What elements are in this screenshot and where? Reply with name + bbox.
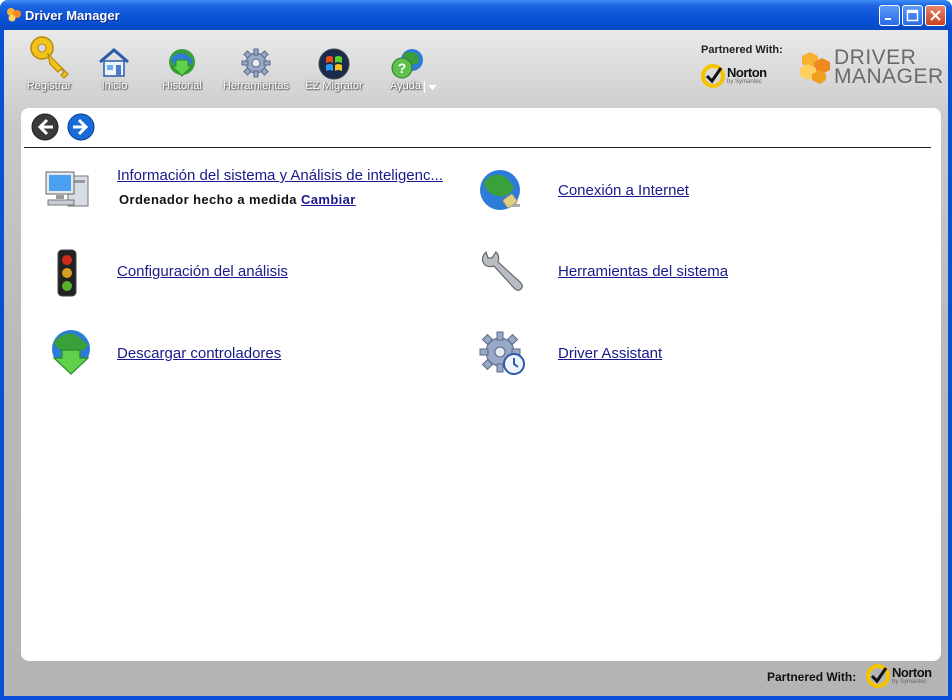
window-title: Driver Manager <box>25 8 120 23</box>
home-icon <box>99 48 129 77</box>
toolbar-label: Inicio <box>101 80 128 92</box>
globe-plug-icon <box>480 170 520 210</box>
internet-link[interactable]: Conexión a Internet <box>558 182 689 199</box>
divider <box>24 147 931 148</box>
toolbar-ayuda-button[interactable]: ? Ayuda <box>386 32 442 94</box>
back-arrow-icon[interactable] <box>31 113 59 141</box>
toolbar-label: Herramientas <box>222 80 290 92</box>
norton-logo: Norton by Symantec <box>701 64 767 88</box>
toolbar-inicio-button[interactable]: Inicio <box>92 32 137 94</box>
chevron-down-icon[interactable] <box>424 80 440 94</box>
svg-text:?: ? <box>398 60 407 76</box>
system-info-link[interactable]: Información del sistema y Análisis de in… <box>117 167 443 184</box>
app-window: Driver Manager Registrar Inicio Historia… <box>0 0 952 700</box>
gear-icon <box>241 48 271 78</box>
windows-logo-icon <box>318 48 350 80</box>
driver-manager-logo: DRIVER MANAGER <box>792 47 944 88</box>
norton-sub: by Symantec <box>727 78 762 85</box>
minimize-button[interactable] <box>879 5 900 26</box>
pc-type-text: Ordenador hecho a medida <box>119 192 297 207</box>
logo-line2: MANAGER <box>834 65 944 88</box>
footer-norton-logo: Norton by Symantec <box>866 664 932 688</box>
toolbar-historial-button[interactable]: Historial <box>154 32 210 94</box>
toolbar-herramientas-button[interactable]: Herramientas <box>220 32 292 94</box>
toolbar-label: Historial <box>162 80 202 92</box>
norton-check-icon <box>701 64 725 88</box>
wrench-icon <box>481 250 523 291</box>
footer-partner-label: Partnered With: <box>767 670 857 684</box>
key-icon <box>30 36 69 79</box>
norton-name: Norton <box>892 664 932 680</box>
partner-label: Partnered With: <box>701 44 783 56</box>
driver-assistant-link[interactable]: Driver Assistant <box>558 345 662 362</box>
download-drivers-link[interactable]: Descargar controladores <box>117 345 281 362</box>
toolbar-ez-migrator-button[interactable]: EZ Migrator <box>302 32 366 94</box>
toolbar-registrar-button[interactable]: Registrar <box>22 32 76 94</box>
norton-sub: by Symantec <box>892 678 927 685</box>
system-tools-link[interactable]: Herramientas del sistema <box>558 263 728 280</box>
help-icon: ? <box>391 49 423 79</box>
gear-clock-icon <box>479 331 525 375</box>
computer-icon <box>45 171 89 207</box>
traffic-light-icon <box>57 249 77 297</box>
scan-config-link[interactable]: Configuración del análisis <box>117 263 288 280</box>
norton-name: Norton <box>727 64 767 80</box>
pc-type-line: Ordenador hecho a medida Cambiar <box>119 192 356 207</box>
client-area: Registrar Inicio Historial Herramientas … <box>4 30 948 696</box>
forward-arrow-icon[interactable] <box>67 113 95 141</box>
app-logo-icon <box>7 8 21 22</box>
download-globe-icon <box>52 330 90 375</box>
close-button[interactable] <box>925 5 946 26</box>
norton-check-icon <box>866 664 890 688</box>
toolbar-label: Registrar <box>26 80 72 92</box>
hexagon-logo-icon <box>800 52 830 84</box>
change-link[interactable]: Cambiar <box>301 192 356 207</box>
toolbar-label: EZ Migrator <box>305 80 363 92</box>
history-globe-icon <box>169 49 195 77</box>
title-bar[interactable]: Driver Manager <box>0 0 952 30</box>
maximize-button[interactable] <box>902 5 923 26</box>
